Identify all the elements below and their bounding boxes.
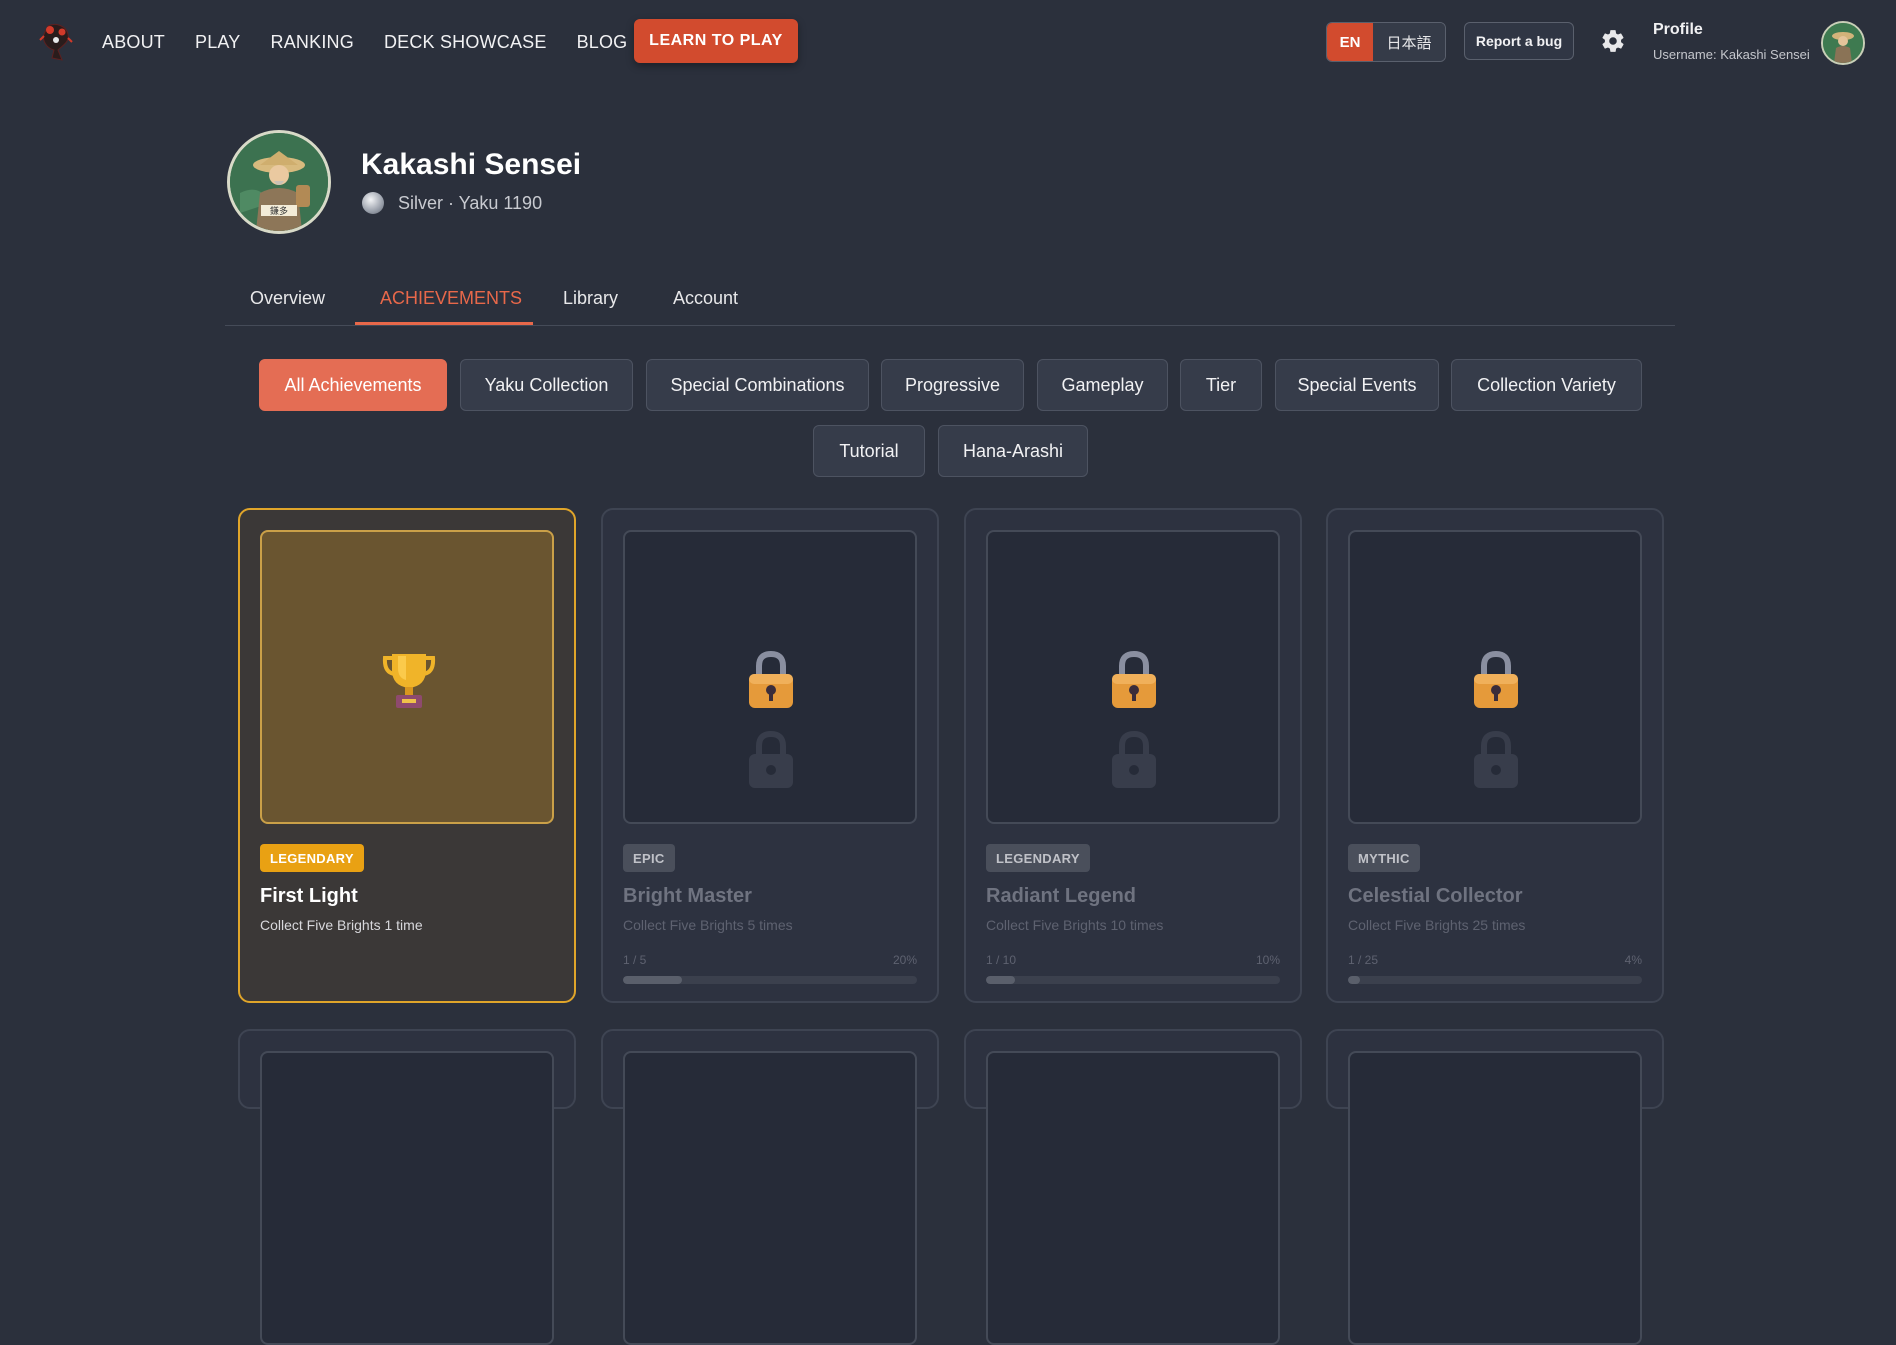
lang-en-button[interactable]: EN	[1327, 23, 1373, 61]
nav-blog[interactable]: BLOG	[577, 32, 628, 53]
progress-fill	[623, 976, 682, 984]
filter-collection-variety[interactable]: Collection Variety	[1451, 359, 1642, 411]
lock-icon	[1474, 650, 1518, 708]
lock-icon	[749, 650, 793, 708]
achievement-description: Collect Five Brights 1 time	[260, 917, 423, 933]
achievement-card[interactable]: LEGENDARY Radiant Legend Collect Five Br…	[964, 508, 1302, 1003]
achievement-image	[1348, 530, 1642, 824]
nav-ranking[interactable]: RANKING	[271, 32, 354, 53]
filter-special-events[interactable]: Special Events	[1275, 359, 1439, 411]
achievement-title: Radiant Legend	[986, 885, 1137, 907]
achievement-title: First Light	[260, 885, 358, 907]
achievement-description: Collect Five Brights 10 times	[986, 917, 1164, 933]
profile-name: Kakashi Sensei	[361, 148, 582, 181]
achievement-card[interactable]: MYTHIC Celestial Collector Collect Five …	[1326, 508, 1664, 1003]
achievement-image	[986, 530, 1280, 824]
avatar[interactable]	[1821, 21, 1865, 65]
profile-tabs: Overview ACHIEVEMENTS Library Account	[225, 280, 1675, 326]
filter-gameplay[interactable]: Gameplay	[1037, 359, 1168, 411]
achievement-image	[260, 530, 554, 824]
achievement-card[interactable]	[1326, 1029, 1664, 1345]
lang-ja-button[interactable]: 日本語	[1373, 23, 1445, 61]
rarity-badge: MYTHIC	[1348, 844, 1420, 872]
lock-icon	[749, 730, 793, 788]
progress-bar	[623, 976, 917, 984]
top-navbar: ABOUT PLAY RANKING DECK SHOWCASE BLOG LE…	[0, 0, 1896, 84]
site-logo-icon[interactable]	[38, 20, 74, 62]
filter-special-combinations[interactable]: Special Combinations	[646, 359, 869, 411]
rarity-badge: LEGENDARY	[986, 844, 1090, 872]
achievement-image	[986, 1051, 1280, 1345]
achievement-title: Celestial Collector	[1348, 885, 1523, 907]
active-tab-indicator	[355, 322, 533, 325]
nav-deck-showcase[interactable]: DECK SHOWCASE	[384, 32, 547, 53]
language-switcher: EN 日本語	[1326, 22, 1446, 62]
achievement-image	[260, 1051, 554, 1345]
progress-percent: 10%	[1255, 953, 1280, 967]
achievement-card[interactable]	[964, 1029, 1302, 1345]
filter-tier[interactable]: Tier	[1180, 359, 1262, 411]
tab-achievements[interactable]: ACHIEVEMENTS	[380, 288, 522, 309]
gear-icon[interactable]	[1600, 28, 1626, 54]
main-nav: ABOUT PLAY RANKING DECK SHOWCASE BLOG	[102, 0, 627, 84]
achievement-description: Collect Five Brights 5 times	[623, 917, 793, 933]
progress-fill	[986, 976, 1016, 984]
nav-play[interactable]: PLAY	[195, 32, 241, 53]
tab-overview[interactable]: Overview	[250, 288, 325, 309]
avatar-caption: 鎌多	[270, 205, 288, 217]
progress-bar	[1348, 976, 1642, 984]
progress-percent: 20%	[892, 953, 917, 967]
achievement-title: Bright Master	[623, 885, 752, 907]
username-text: Username: Kakashi Sensei	[1653, 47, 1810, 62]
nav-about[interactable]: ABOUT	[102, 32, 165, 53]
profile-avatar: 鎌多	[227, 130, 331, 234]
filter-hana-arashi[interactable]: Hana-Arashi	[938, 425, 1088, 477]
filter-yaku-collection[interactable]: Yaku Collection	[460, 359, 633, 411]
progress-percent: 4%	[1624, 953, 1642, 967]
progress-fill	[1348, 976, 1360, 984]
achievement-image	[1348, 1051, 1642, 1345]
rarity-badge: LEGENDARY	[260, 844, 364, 872]
lock-icon	[1474, 730, 1518, 788]
achievement-card[interactable]: LEGENDARY First Light Collect Five Brigh…	[238, 508, 576, 1003]
lock-icon	[1112, 730, 1156, 788]
filter-all-achievements[interactable]: All Achievements	[259, 359, 447, 411]
filter-tutorial[interactable]: Tutorial	[813, 425, 925, 477]
trophy-icon	[382, 654, 436, 708]
lock-icon	[1112, 650, 1156, 708]
filter-progressive[interactable]: Progressive	[881, 359, 1024, 411]
report-bug-button[interactable]: Report a bug	[1464, 22, 1574, 60]
rank-text: Silver · Yaku 1190	[398, 193, 543, 213]
rarity-badge: EPIC	[623, 844, 675, 872]
silver-rank-icon	[362, 192, 384, 214]
achievement-image	[623, 530, 917, 824]
tab-account[interactable]: Account	[673, 288, 738, 309]
achievement-card[interactable]	[238, 1029, 576, 1345]
achievement-image	[623, 1051, 917, 1345]
achievement-card[interactable]: EPIC Bright Master Collect Five Brights …	[601, 508, 939, 1003]
achievement-card[interactable]	[601, 1029, 939, 1345]
progress-bar	[986, 976, 1280, 984]
achievement-description: Collect Five Brights 25 times	[1348, 917, 1526, 933]
learn-to-play-button[interactable]: LEARN TO PLAY	[634, 19, 798, 63]
progress-count: 1 / 10	[986, 953, 1017, 967]
progress-count: 1 / 5	[623, 953, 647, 967]
profile-link[interactable]: Profile	[1653, 21, 1703, 39]
progress-count: 1 / 25	[1348, 953, 1379, 967]
tab-library[interactable]: Library	[563, 288, 618, 309]
